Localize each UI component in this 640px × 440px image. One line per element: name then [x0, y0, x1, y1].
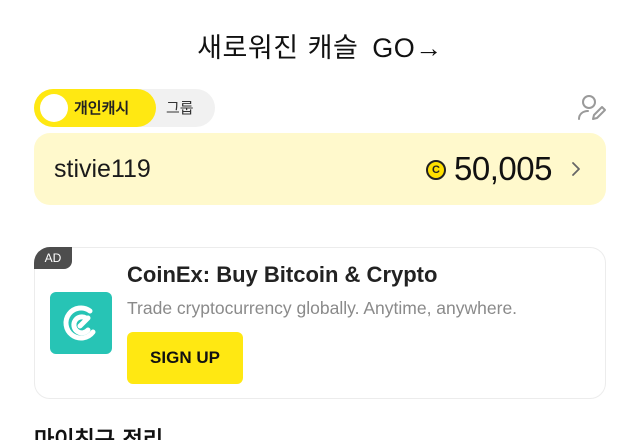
ad-badge: AD	[34, 247, 72, 269]
tab-personal-cash[interactable]: 개인캐시	[74, 89, 129, 127]
sign-up-button[interactable]: SIGN UP	[127, 332, 243, 384]
section-title: 마이친구 정리	[34, 428, 163, 440]
cash-balance: 50,005	[454, 150, 552, 187]
person-edit-icon[interactable]	[576, 92, 608, 124]
coinex-logo-icon[interactable]	[50, 292, 112, 354]
username: stivie119	[54, 155, 151, 183]
coin-icon: C	[426, 160, 446, 180]
cash-toggle[interactable]: 개인캐시 그룹	[34, 89, 215, 127]
header-title: 새로워진 캐슬	[197, 33, 359, 64]
chevron-right-icon	[572, 162, 580, 176]
account-balance-card[interactable]: stivie119 C 50,005	[34, 133, 606, 205]
tab-group[interactable]: 그룹	[166, 89, 194, 127]
ad-banner[interactable]: AD CoinEx: Buy Bitcoin & Crypto Trade cr…	[34, 247, 606, 399]
go-link[interactable]: GO→	[372, 33, 443, 63]
ad-description: Trade cryptocurrency globally. Anytime, …	[127, 298, 518, 318]
toggle-knob	[40, 94, 68, 122]
header-title-row[interactable]: 새로워진 캐슬 GO→	[0, 26, 640, 65]
ad-title[interactable]: CoinEx: Buy Bitcoin & Crypto	[127, 262, 437, 288]
